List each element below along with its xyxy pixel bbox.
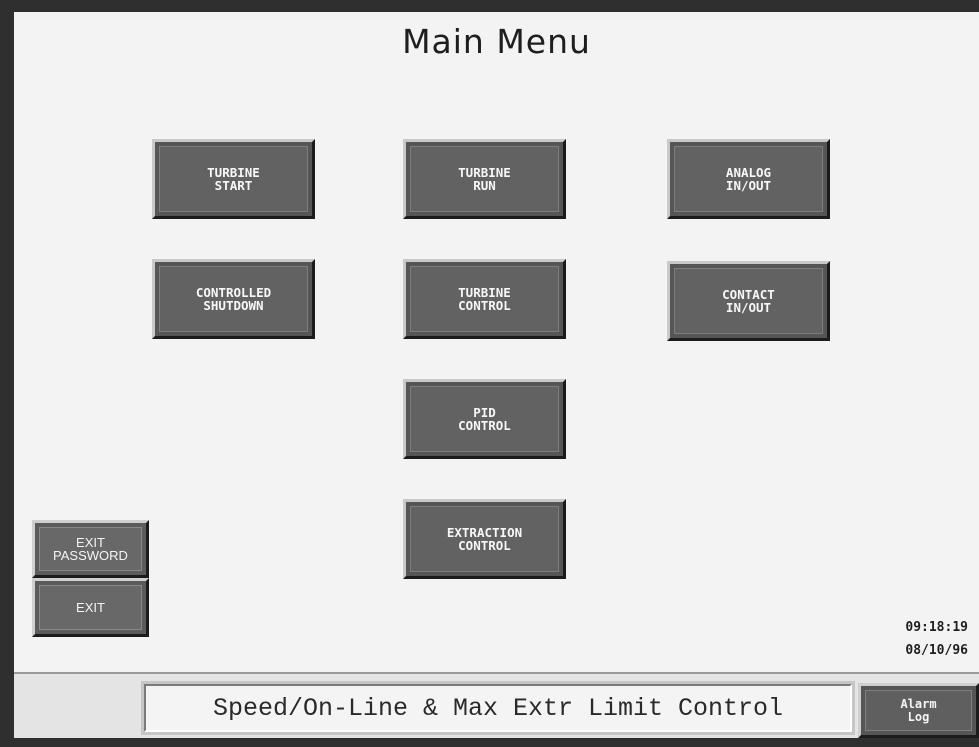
exit-button[interactable]: EXIT bbox=[32, 578, 149, 637]
bezel-top bbox=[0, 0, 979, 12]
contact-in-out-button[interactable]: CONTACT IN/OUT bbox=[667, 261, 830, 341]
exit-password-button[interactable]: EXIT PASSWORD bbox=[32, 520, 149, 578]
turbine-run-button[interactable]: TURBINE RUN bbox=[403, 139, 566, 219]
turbine-start-button[interactable]: TURBINE START bbox=[152, 139, 315, 219]
controlled-shutdown-button[interactable]: CONTROLLED SHUTDOWN bbox=[152, 259, 315, 339]
extraction-control-button[interactable]: EXTRACTION CONTROL bbox=[403, 499, 566, 579]
bezel-left bbox=[0, 0, 14, 747]
analog-in-out-button[interactable]: ANALOG IN/OUT bbox=[667, 139, 830, 219]
bezel-bottom bbox=[0, 738, 979, 747]
clock-time: 09:18:19 bbox=[905, 620, 968, 635]
page-title: Main Menu bbox=[402, 22, 591, 61]
turbine-control-button[interactable]: TURBINE CONTROL bbox=[403, 259, 566, 339]
alarm-log-button[interactable]: Alarm Log bbox=[858, 683, 979, 738]
hmi-screen: Main Menu TURBINE START TURBINE RUN ANAL… bbox=[0, 0, 979, 747]
status-message: Speed/On-Line & Max Extr Limit Control bbox=[144, 684, 852, 732]
clock-date: 08/10/96 bbox=[905, 643, 968, 658]
pid-control-button[interactable]: PID CONTROL bbox=[403, 379, 566, 459]
